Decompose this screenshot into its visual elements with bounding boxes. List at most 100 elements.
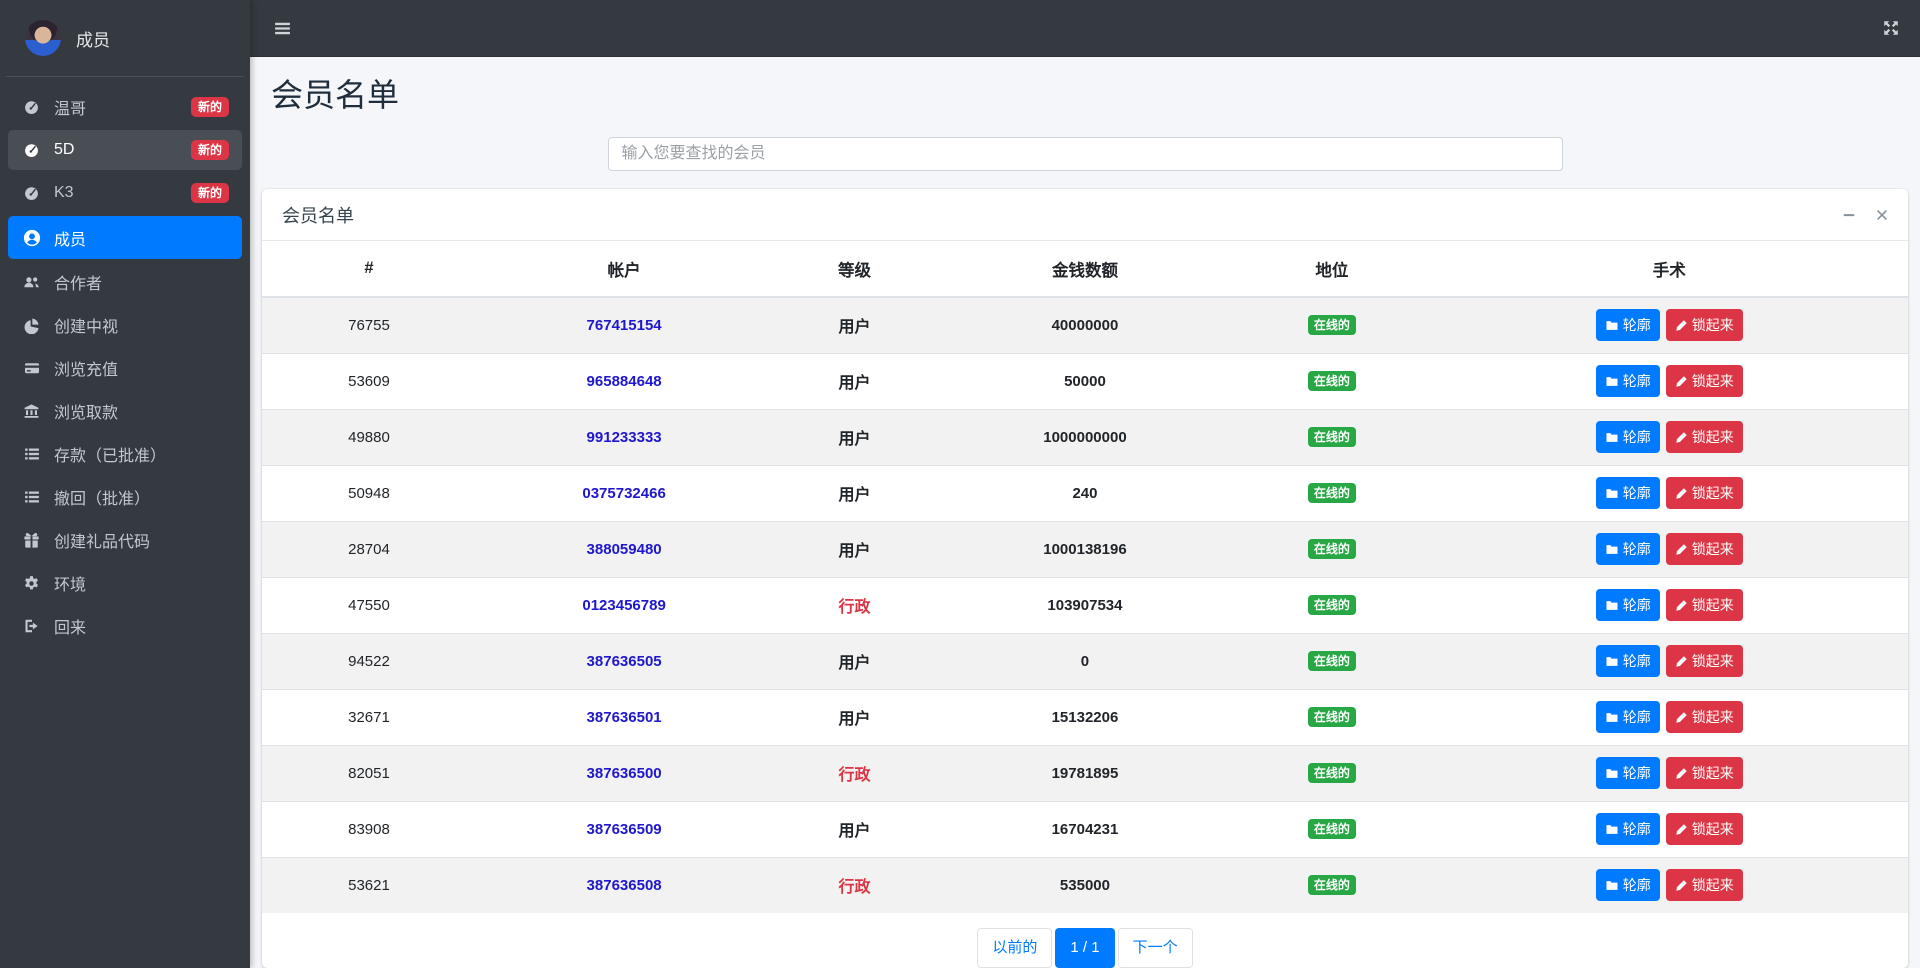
account-link[interactable]: 387636501 — [587, 709, 662, 726]
actions-cell: 轮廓 锁起来 — [1430, 408, 1908, 465]
header-actions: 手术 — [1430, 241, 1908, 298]
sidebar-item-create-agent-view[interactable]: 创建中视 — [8, 305, 242, 345]
sidebar-user: 成员 — [6, 0, 244, 77]
account-link[interactable]: 387636509 — [587, 821, 662, 838]
lock-button[interactable]: 锁起来 — [1665, 421, 1743, 453]
sidebar-item-create-gift-code[interactable]: 创建礼品代码 — [8, 520, 242, 560]
menu-toggle-icon[interactable] — [274, 20, 291, 37]
pencil-icon — [1675, 823, 1688, 836]
header-level: 等级 — [772, 241, 937, 298]
sidebar-item-label: K3 — [54, 184, 74, 201]
sidebar-item-label: 创建礼品代码 — [54, 534, 151, 551]
pagination-previous[interactable]: 以前的 — [977, 928, 1053, 968]
account-link[interactable]: 0375732466 — [582, 485, 665, 502]
amount-cell: 50000 — [936, 352, 1234, 409]
status-badge: 在线的 — [1307, 707, 1356, 727]
table-row: 47550 0123456789 行政 103907534 在线的 轮廓 锁起来 — [262, 576, 1908, 633]
folder-icon — [1605, 823, 1619, 836]
content-area: 会员名单 会员名单 — [250, 57, 1920, 968]
profile-button[interactable]: 轮廓 — [1595, 701, 1660, 733]
folder-icon — [1605, 711, 1619, 724]
gear-icon — [21, 575, 42, 592]
sidebar-item-label: 存款（已批准） — [54, 448, 167, 465]
profile-button[interactable]: 轮廓 — [1595, 477, 1660, 509]
account-link[interactable]: 965884648 — [587, 373, 662, 390]
pie-chart-icon — [21, 317, 42, 334]
sidebar-item-logout[interactable]: 回来 — [8, 606, 242, 646]
pencil-icon — [1675, 543, 1688, 556]
sidebar-item-deposits-approved[interactable]: 存款（已批准） — [8, 434, 242, 474]
account-link[interactable]: 387636508 — [587, 877, 662, 894]
sidebar-item-browse-recharge[interactable]: 浏览充值 — [8, 348, 242, 388]
profile-button[interactable]: 轮廓 — [1595, 869, 1660, 902]
account-link[interactable]: 0123456789 — [582, 597, 665, 614]
member-id-cell: 50948 — [262, 464, 476, 521]
sidebar-item-label: 成员 — [54, 231, 87, 249]
sidebar-item-browse-withdrawal[interactable]: 浏览取款 — [8, 391, 242, 431]
folder-icon — [1605, 879, 1619, 892]
lock-button[interactable]: 锁起来 — [1665, 701, 1743, 733]
amount-cell: 16704231 — [936, 800, 1234, 857]
account-link[interactable]: 388059480 — [587, 541, 662, 558]
header-id: # — [262, 241, 476, 298]
table-row: 53621 387636508 行政 535000 在线的 轮廓 锁起来 — [262, 856, 1908, 913]
lock-button[interactable]: 锁起来 — [1665, 757, 1743, 789]
lock-button[interactable]: 锁起来 — [1665, 869, 1743, 902]
lock-button[interactable]: 锁起来 — [1665, 813, 1743, 845]
sidebar-item-withdrawals-approved[interactable]: 撤回（批准） — [8, 477, 242, 517]
level-cell: 行政 — [772, 576, 937, 633]
folder-icon — [1605, 319, 1619, 332]
lock-button[interactable]: 锁起来 — [1665, 589, 1743, 621]
profile-button[interactable]: 轮廓 — [1595, 309, 1660, 342]
sidebar-item-dashboard-k3[interactable]: K3 新的 — [8, 173, 242, 213]
sidebar-item-members[interactable]: 成员 — [8, 216, 242, 259]
level-cell: 行政 — [772, 744, 937, 801]
pagination-current[interactable]: 1 / 1 — [1055, 928, 1115, 968]
profile-button[interactable]: 轮廓 — [1595, 421, 1660, 453]
sidebar-item-label: 浏览充值 — [54, 362, 119, 379]
account-link[interactable]: 387636500 — [587, 765, 662, 782]
sidebar-item-label: 回来 — [54, 620, 87, 637]
profile-button[interactable]: 轮廓 — [1595, 589, 1660, 621]
pencil-icon — [1675, 879, 1688, 892]
pagination-next[interactable]: 下一个 — [1117, 928, 1193, 968]
profile-button[interactable]: 轮廓 — [1595, 645, 1660, 677]
level-cell: 用户 — [772, 352, 937, 409]
sidebar-item-label: 5D — [54, 141, 75, 158]
member-id-cell: 47550 — [262, 576, 476, 633]
fullscreen-icon[interactable] — [1882, 19, 1900, 37]
minimize-icon[interactable] — [1842, 208, 1856, 222]
lock-button[interactable]: 锁起来 — [1665, 477, 1743, 509]
account-link[interactable]: 767415154 — [587, 317, 662, 334]
lock-button[interactable]: 锁起来 — [1665, 365, 1743, 397]
sidebar: 成员 温哥 新的 5D 新的 K3 新的 成员 合作者 创建中视 浏览充值 浏览取款 存款（已批准）撤… — [0, 0, 250, 968]
actions-cell: 轮廓 锁起来 — [1430, 688, 1908, 745]
account-link[interactable]: 387636505 — [587, 653, 662, 670]
status-badge: 在线的 — [1307, 651, 1356, 671]
amount-cell: 535000 — [936, 856, 1234, 913]
amount-cell: 0 — [936, 632, 1234, 689]
profile-button[interactable]: 轮廓 — [1595, 757, 1660, 789]
account-link[interactable]: 991233333 — [587, 429, 662, 446]
table-row: 53609 965884648 用户 50000 在线的 轮廓 锁起来 — [262, 352, 1908, 409]
search-input[interactable] — [607, 137, 1563, 171]
level-cell: 用户 — [772, 800, 937, 857]
profile-button[interactable]: 轮廓 — [1595, 365, 1660, 397]
profile-button[interactable]: 轮廓 — [1595, 813, 1660, 845]
sidebar-item-partners[interactable]: 合作者 — [8, 262, 242, 302]
sidebar-item-dashboard-wenge[interactable]: 温哥 新的 — [8, 87, 242, 127]
sidebar-item-dashboard-5d[interactable]: 5D 新的 — [8, 130, 242, 170]
status-badge: 在线的 — [1307, 763, 1356, 783]
lock-button[interactable]: 锁起来 — [1665, 645, 1743, 677]
tachometer-icon — [21, 142, 42, 159]
actions-cell: 轮廓 锁起来 — [1430, 352, 1908, 409]
profile-button[interactable]: 轮廓 — [1595, 533, 1660, 565]
sidebar-item-settings[interactable]: 环境 — [8, 563, 242, 603]
close-icon[interactable] — [1876, 209, 1888, 221]
pencil-icon — [1675, 487, 1688, 500]
lock-button[interactable]: 锁起来 — [1665, 309, 1743, 342]
table-row: 49880 991233333 用户 1000000000 在线的 轮廓 锁起来 — [262, 408, 1908, 465]
member-id-cell: 76755 — [262, 296, 476, 353]
lock-button[interactable]: 锁起来 — [1665, 533, 1743, 565]
actions-cell: 轮廓 锁起来 — [1430, 296, 1908, 353]
